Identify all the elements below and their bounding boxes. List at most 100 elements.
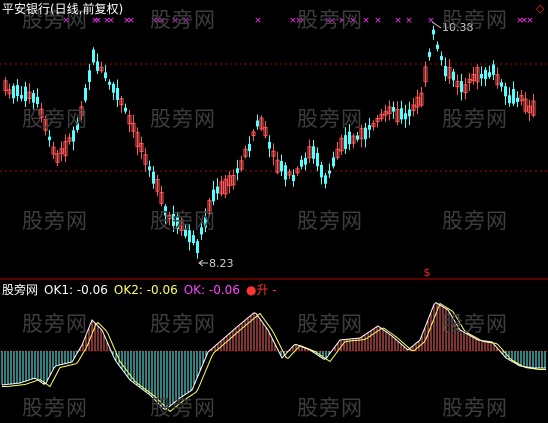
candle bbox=[135, 127, 140, 156]
candle-body bbox=[256, 120, 259, 127]
candle bbox=[251, 128, 256, 141]
signal-marker: × bbox=[427, 16, 435, 26]
candle bbox=[531, 93, 536, 118]
candle bbox=[304, 152, 307, 171]
candle-body bbox=[316, 152, 319, 167]
candle-body bbox=[492, 64, 495, 75]
candle bbox=[300, 155, 303, 170]
candle bbox=[400, 100, 403, 124]
candle bbox=[460, 73, 463, 101]
chart-canvas[interactable]: × ×× ×× ×× ××× × × × ××× ×× × × × × × × × ××× 10.388.23$ bbox=[0, 0, 548, 423]
candle bbox=[39, 102, 44, 123]
candle-body bbox=[328, 170, 331, 174]
candle bbox=[164, 204, 167, 225]
candle bbox=[492, 60, 495, 80]
candle bbox=[139, 136, 144, 159]
oscillator-series[interactable] bbox=[1, 301, 546, 413]
candle bbox=[452, 68, 455, 87]
candle bbox=[284, 162, 287, 187]
candle bbox=[404, 104, 407, 128]
ok2-value: OK2: -0.06 bbox=[113, 283, 178, 297]
candle bbox=[116, 79, 119, 107]
candle bbox=[275, 151, 280, 175]
candle bbox=[280, 154, 283, 176]
candle bbox=[512, 81, 515, 107]
candle bbox=[104, 64, 107, 82]
candle-body bbox=[188, 230, 191, 243]
candle bbox=[411, 98, 416, 117]
signal-marker: × bbox=[526, 16, 534, 26]
candle-body bbox=[364, 127, 367, 140]
candle bbox=[312, 140, 315, 164]
candle-body bbox=[320, 164, 323, 178]
candle-body bbox=[16, 85, 19, 97]
signal-marker: × bbox=[62, 16, 70, 26]
candle bbox=[216, 178, 219, 200]
candle bbox=[440, 51, 443, 66]
candle bbox=[231, 169, 236, 190]
candle bbox=[444, 57, 447, 82]
candle bbox=[108, 79, 111, 90]
signal-marker: × bbox=[349, 16, 357, 26]
candle bbox=[500, 79, 503, 92]
candle-body bbox=[452, 71, 455, 81]
candle bbox=[76, 117, 79, 133]
candle bbox=[480, 66, 483, 86]
candle bbox=[359, 124, 364, 148]
candle bbox=[179, 217, 184, 236]
candle bbox=[332, 151, 335, 169]
ok1-value: OK1: -0.06 bbox=[44, 283, 108, 297]
signal-marker: × bbox=[299, 16, 307, 26]
candle bbox=[436, 41, 439, 52]
candle bbox=[263, 121, 268, 139]
indicator-header: 股旁网 OK1: -0.06 OK2: -0.06 OK: -0.06 ●升 - bbox=[2, 283, 277, 297]
candle bbox=[200, 220, 203, 240]
candle bbox=[268, 135, 271, 158]
candle bbox=[223, 175, 228, 199]
candle bbox=[419, 86, 424, 108]
stock-chart-window: × × × × × × × × × × × × × × × × × × × × × × × × × × × × 10.38 8.23 $ … bbox=[0, 0, 548, 423]
candle-body bbox=[92, 49, 95, 63]
candle bbox=[256, 114, 259, 130]
candle bbox=[119, 96, 124, 113]
candle bbox=[508, 87, 511, 107]
candle bbox=[339, 134, 344, 155]
signal-marker: × bbox=[362, 16, 370, 26]
candle bbox=[176, 211, 179, 235]
candle bbox=[316, 147, 319, 172]
high-price-label: 10.38 bbox=[442, 21, 474, 34]
candle bbox=[447, 59, 452, 84]
candle bbox=[248, 136, 251, 158]
candle-body bbox=[344, 135, 347, 150]
candle-body bbox=[432, 29, 435, 35]
candle bbox=[475, 64, 480, 90]
candle-body bbox=[192, 235, 195, 244]
candle-body bbox=[164, 206, 167, 216]
rise-signal-label: ●升 - bbox=[245, 283, 277, 297]
candle bbox=[463, 77, 468, 100]
signal-marker: × bbox=[394, 16, 402, 26]
candle bbox=[356, 131, 359, 142]
candle-body bbox=[196, 241, 199, 253]
candle bbox=[379, 108, 384, 122]
candle bbox=[204, 208, 207, 233]
candle bbox=[320, 161, 323, 185]
candle-body bbox=[356, 135, 359, 140]
candlestick-series[interactable] bbox=[3, 25, 536, 259]
chart-title: 平安银行(日线,前复权) bbox=[2, 2, 124, 16]
candle bbox=[368, 117, 371, 138]
candle bbox=[408, 101, 411, 126]
signal-marker: × bbox=[107, 16, 115, 26]
diamond-icon[interactable]: ◇ bbox=[536, 2, 544, 16]
candle-body bbox=[176, 216, 179, 230]
candle bbox=[48, 129, 51, 147]
candle bbox=[488, 65, 491, 79]
candle-body bbox=[440, 55, 443, 60]
candle-body bbox=[104, 72, 107, 79]
candle-body bbox=[212, 189, 215, 202]
candle bbox=[127, 109, 132, 133]
candle-body bbox=[428, 52, 431, 57]
candle bbox=[27, 83, 32, 104]
signal-marker: × bbox=[127, 16, 135, 26]
candle-body bbox=[312, 146, 315, 159]
